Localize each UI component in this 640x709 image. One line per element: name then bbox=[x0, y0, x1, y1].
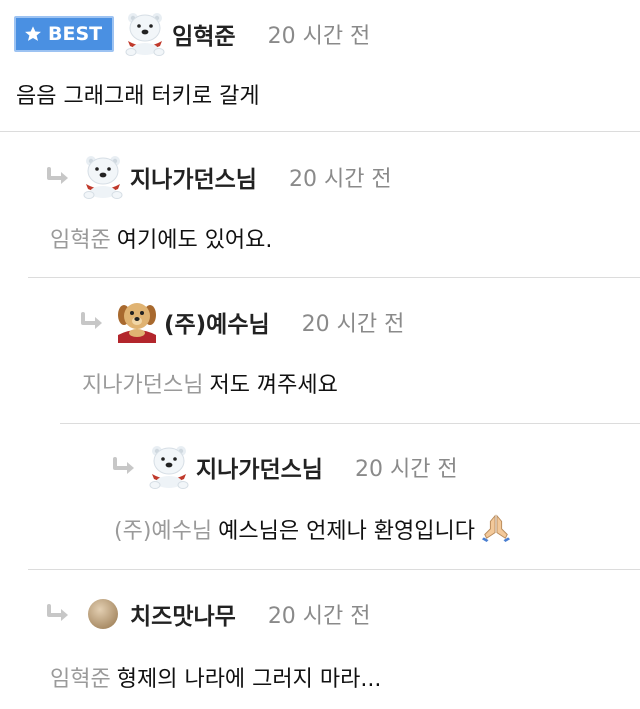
polar-bear-icon[interactable] bbox=[146, 444, 192, 490]
comment-text: 저도 껴주세요 bbox=[209, 373, 338, 398]
comment-body: 지나가던스님 저도 껴주세요 bbox=[82, 367, 338, 399]
reply-arrow-icon bbox=[46, 167, 72, 187]
best-badge-label: BEST bbox=[48, 23, 103, 45]
puppy-icon[interactable] bbox=[114, 299, 160, 345]
reply-mention[interactable]: (주)예수님 bbox=[114, 519, 212, 544]
comment-author[interactable]: 임혁준 bbox=[172, 17, 235, 51]
star-icon bbox=[24, 25, 42, 43]
comment-thread: BEST 임혁준 20 시간 전 음음 그래그래 터키로 갈게 지나가던스님 2… bbox=[0, 0, 640, 709]
comment-author[interactable]: 치즈맛나무 bbox=[130, 597, 236, 631]
reply-mention[interactable]: 임혁준 bbox=[50, 228, 111, 253]
polar-bear-icon[interactable] bbox=[122, 11, 168, 57]
reply-arrow-icon bbox=[112, 457, 138, 477]
divider bbox=[0, 131, 640, 132]
divider bbox=[28, 569, 640, 570]
comment-time: 20 시간 전 bbox=[267, 24, 371, 49]
comment-author[interactable]: 지나가던스님 bbox=[196, 450, 323, 484]
praying-hands-icon bbox=[481, 512, 511, 542]
comment-body: 음음 그래그래 터키로 갈게 bbox=[16, 78, 260, 110]
reply-arrow-icon bbox=[46, 604, 72, 624]
comment-text: 예스님은 언제나 환영입니다 bbox=[218, 519, 476, 544]
comment-text: 형제의 나라에 그러지 마라... bbox=[116, 667, 382, 692]
comment-text: 여기에도 있어요. bbox=[116, 228, 273, 253]
best-badge: BEST bbox=[14, 16, 115, 52]
comment-time: 20 시간 전 bbox=[288, 167, 392, 192]
comment-body: 임혁준 여기에도 있어요. bbox=[50, 222, 272, 254]
reply-mention[interactable]: 지나가던스님 bbox=[82, 373, 203, 398]
reply-mention[interactable]: 임혁준 bbox=[50, 667, 111, 692]
reply-arrow-icon bbox=[80, 312, 106, 332]
divider bbox=[60, 423, 640, 424]
round-avatar-icon[interactable] bbox=[80, 591, 126, 637]
comment-body: (주)예수님 예스님은 언제나 환영입니다 bbox=[114, 512, 511, 545]
comment-body: 임혁준 형제의 나라에 그러지 마라... bbox=[50, 661, 381, 693]
divider bbox=[28, 277, 640, 278]
comment-time: 20 시간 전 bbox=[354, 457, 458, 482]
comment-text: 음음 그래그래 터키로 갈게 bbox=[16, 84, 260, 109]
polar-bear-icon[interactable] bbox=[80, 154, 126, 200]
comment-author[interactable]: 지나가던스님 bbox=[130, 160, 257, 194]
comment-author[interactable]: (주)예수님 bbox=[164, 305, 270, 339]
comment-time: 20 시간 전 bbox=[301, 312, 405, 337]
comment-time: 20 시간 전 bbox=[267, 604, 371, 629]
